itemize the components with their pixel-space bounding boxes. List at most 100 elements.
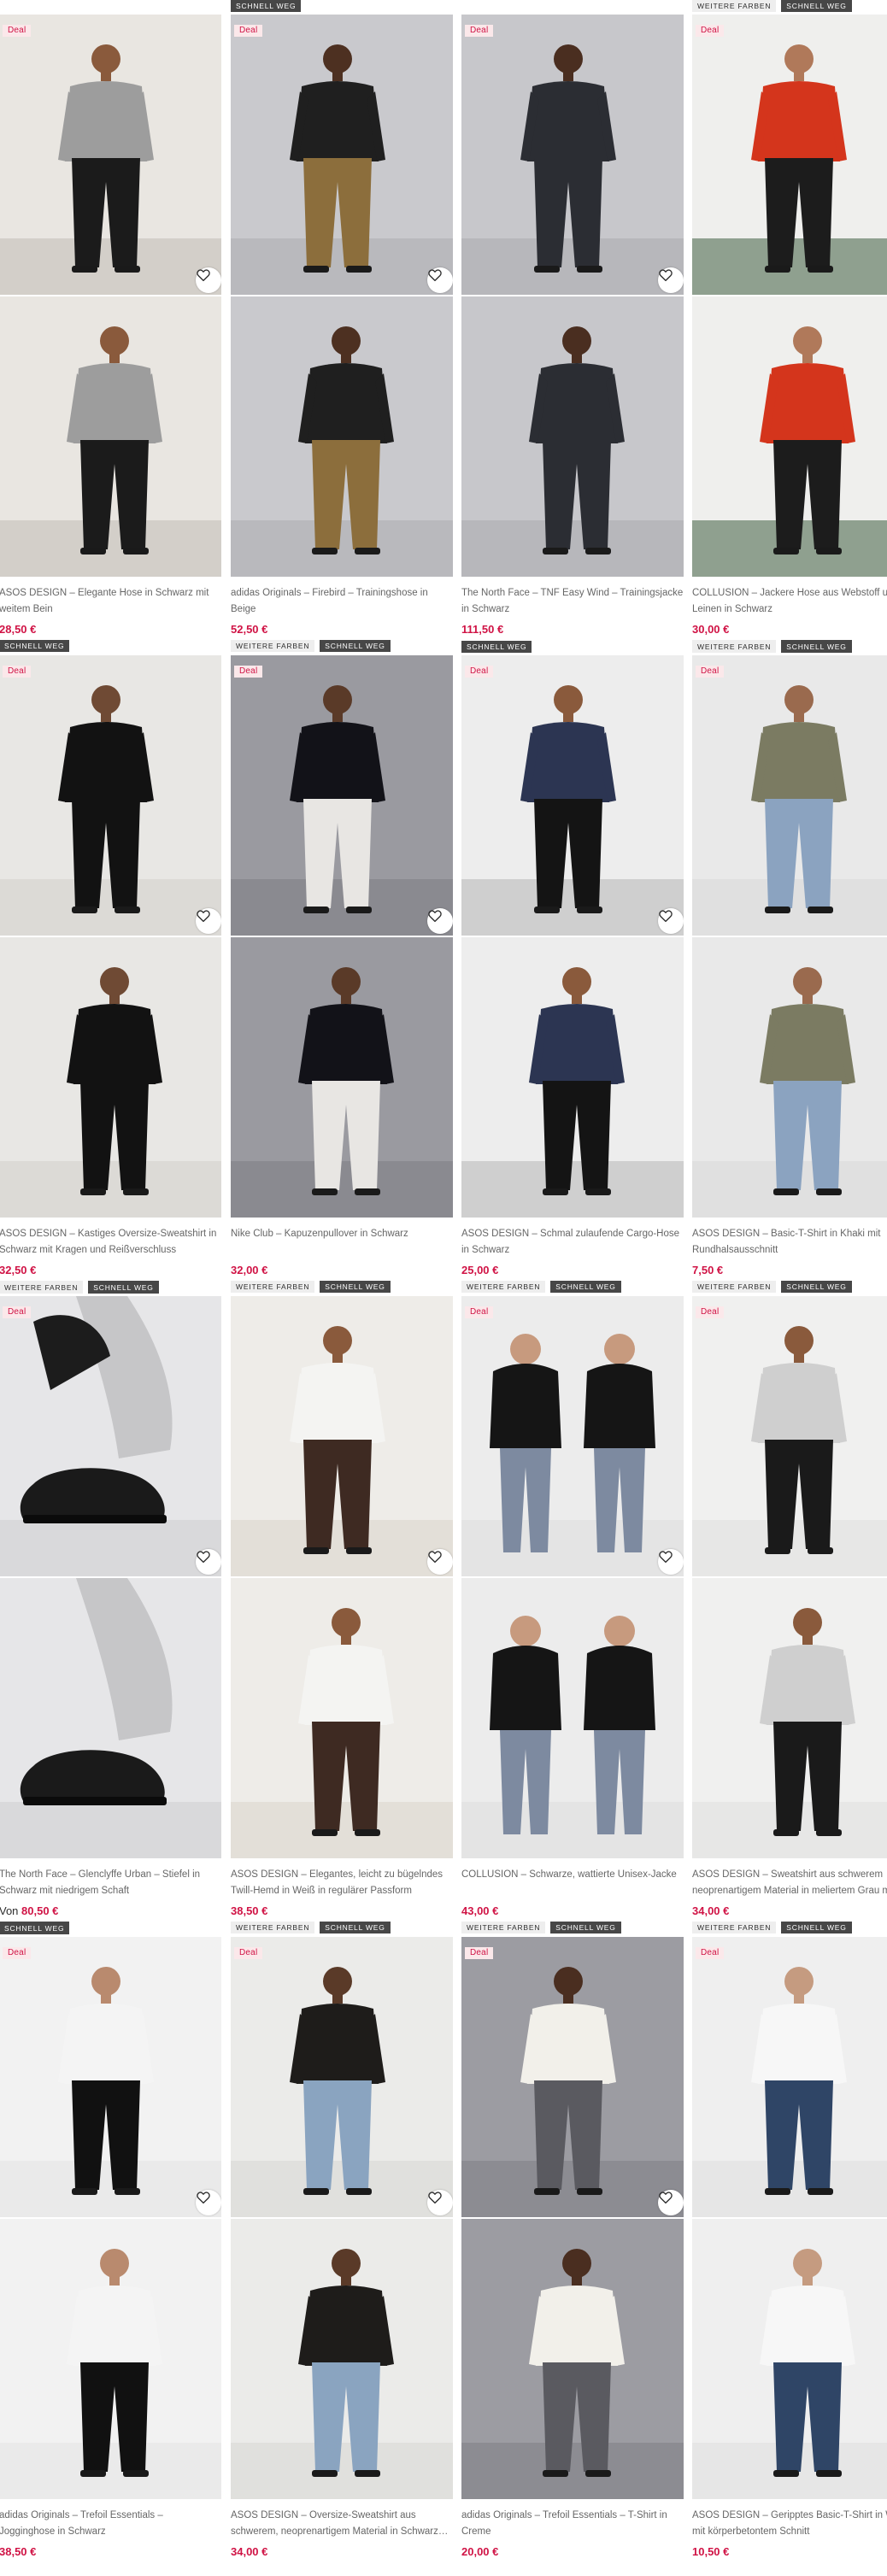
product-image-secondary[interactable] [0, 296, 221, 577]
product-card[interactable]: Deal ASOS DESIGN – Sweatshirt aus schwere… [692, 1296, 887, 1935]
product-title[interactable]: ASOS DESIGN – Schmal zulaufende Cargo-Ho… [461, 1226, 684, 1259]
save-for-later-button[interactable] [427, 908, 453, 934]
product-photo [0, 1578, 221, 1858]
product-image-secondary[interactable] [0, 2219, 221, 2499]
product-image-secondary[interactable] [231, 296, 453, 577]
product-price: 25,00 € [461, 1264, 498, 1276]
save-for-later-button[interactable] [658, 267, 684, 293]
product-photo [461, 2219, 684, 2499]
product-image-secondary[interactable] [461, 1578, 684, 1858]
product-image-secondary[interactable] [461, 937, 684, 1218]
fast-delivery-badge: SCHNELL WEG [550, 1281, 621, 1293]
product-price: 43,00 € [461, 1904, 498, 1917]
product-image-primary[interactable]: Deal [692, 1937, 887, 2217]
product-title[interactable]: The North Face – Glenclyffe Urban – Stie… [0, 1867, 221, 1899]
product-image-primary[interactable]: Deal [461, 15, 684, 295]
product-image-secondary[interactable] [0, 1578, 221, 1858]
product-card[interactable]: WEITERE FARBEN SCHNELL WEG Deal The North F… [0, 1282, 221, 1935]
bottom-badges: WEITERE FARBEN SCHNELL WEG [692, 1922, 852, 1935]
product-title[interactable]: Nike Club – Kapuzenpullover in Schwarz [231, 1226, 453, 1259]
save-for-later-button[interactable] [196, 267, 221, 293]
product-image-primary[interactable]: Deal [231, 15, 453, 295]
product-image-secondary[interactable] [692, 1578, 887, 1858]
product-title[interactable]: ASOS DESIGN – Elegantes, leicht zu bügel… [231, 1867, 453, 1899]
save-for-later-button[interactable] [196, 1549, 221, 1575]
product-card[interactable]: WEITERE FARBEN SCHNELL WEG Deal COLLUSION –… [692, 0, 887, 654]
deal-badge: Deal [696, 666, 725, 678]
product-title[interactable]: COLLUSION – Schwarze, wattierte Unisex-J… [461, 1867, 684, 1899]
product-card[interactable]: Deal Nike Club – Kapuzenpullover in Schwa… [231, 655, 453, 1294]
more-colours-badge: WEITERE FARBEN [231, 1922, 315, 1933]
product-image-secondary[interactable] [0, 937, 221, 1218]
fast-delivery-badge: SCHNELL WEG [781, 1281, 852, 1293]
product-title[interactable]: adidas Originals – Trefoil Essentials – … [461, 2508, 684, 2540]
product-image-secondary[interactable] [231, 1578, 453, 1858]
product-title[interactable]: ASOS DESIGN – Basic-T-Shirt in Khaki mit… [692, 1226, 887, 1259]
product-image-primary[interactable]: Deal [461, 655, 684, 936]
product-card[interactable]: Deal ASOS DESIGN – Kastiges Oversize-Swea… [0, 655, 221, 1294]
product-image-primary[interactable]: Deal [231, 1937, 453, 2217]
product-image-primary[interactable]: Deal [231, 655, 453, 936]
product-image-primary[interactable]: Deal [0, 15, 221, 295]
save-for-later-button[interactable] [196, 2190, 221, 2215]
product-image-primary[interactable]: Deal [692, 655, 887, 936]
product-image-secondary[interactable] [231, 2219, 453, 2499]
product-title[interactable]: ASOS DESIGN – Elegante Hose in Schwarz m… [0, 585, 221, 618]
product-photo [692, 15, 887, 295]
product-title[interactable]: ASOS DESIGN – Kastiges Oversize-Sweatshi… [0, 1226, 221, 1259]
product-photo [0, 1937, 221, 2217]
save-for-later-button[interactable] [427, 2190, 453, 2215]
price-value: 28,50 € [0, 623, 37, 636]
product-image-secondary[interactable] [231, 937, 453, 1218]
product-title[interactable]: ASOS DESIGN – Geripptes Basic-T-Shirt in… [692, 2508, 887, 2540]
product-card[interactable]: Deal The North Face – TNF Easy Wind – Tra… [461, 15, 684, 654]
product-price: 10,50 € [692, 2545, 729, 2558]
product-photo [692, 1578, 887, 1858]
deal-badge: Deal [696, 1306, 725, 1318]
product-price: 111,50 € [461, 623, 503, 636]
product-title[interactable]: adidas Originals – Trefoil Essentials – … [0, 2508, 221, 2540]
product-card[interactable]: Deal adidas Originals – Trefoil Essential… [461, 1937, 684, 2576]
product-card[interactable]: SCHNELL WEG Deal adidas Originals – Firebi… [231, 0, 453, 654]
more-colours-badge: WEITERE FARBEN [231, 1281, 315, 1293]
product-card[interactable]: Deal ASOS DESIGN – Geripptes Basic-T-Shir… [692, 1937, 887, 2576]
product-image-secondary[interactable] [461, 296, 684, 577]
product-image-primary[interactable]: Deal [461, 1937, 684, 2217]
product-image-primary[interactable]: Deal [692, 15, 887, 295]
product-image-primary[interactable] [231, 1296, 453, 1576]
save-for-later-button[interactable] [427, 1549, 453, 1575]
more-colours-badge: WEITERE FARBEN [692, 0, 777, 12]
product-title[interactable]: adidas Originals – Firebird – Trainingsh… [231, 585, 453, 618]
product-title[interactable]: ASOS DESIGN – Oversize-Sweatshirt aus sc… [231, 2508, 453, 2540]
product-card[interactable]: Deal ASOS DESIGN – Elegante Hose in Schwa… [0, 15, 221, 654]
product-card[interactable]: WEITERE FARBEN SCHNELL WEG Deal ASOS DESIGN… [692, 641, 887, 1294]
product-price: 34,00 € [692, 1904, 729, 1917]
product-card[interactable]: Deal COLLUSION – Schwarze, wattierte Unis… [461, 1296, 684, 1935]
product-image-primary[interactable]: Deal [0, 1296, 221, 1576]
save-for-later-button[interactable] [658, 2190, 684, 2215]
product-image-primary[interactable]: Deal [0, 655, 221, 936]
fast-delivery-badge: SCHNELL WEG [781, 0, 852, 12]
product-card[interactable]: SCHNELL WEG Deal ASOS DESIGN – Schmal zula… [461, 641, 684, 1294]
product-image-secondary[interactable] [461, 2219, 684, 2499]
fast-delivery-badge: SCHNELL WEG [320, 1922, 391, 1933]
product-title[interactable]: The North Face – TNF Easy Wind – Trainin… [461, 585, 684, 618]
product-photo [231, 296, 453, 577]
product-image-primary[interactable]: Deal [692, 1296, 887, 1576]
save-for-later-button[interactable] [427, 267, 453, 293]
product-image-secondary[interactable] [692, 296, 887, 577]
product-card[interactable]: Deal ASOS DESIGN – Oversize-Sweatshirt au… [231, 1937, 453, 2576]
product-image-secondary[interactable] [692, 937, 887, 1218]
product-card[interactable]: ASOS DESIGN – Elegantes, leicht zu bügel… [231, 1296, 453, 1935]
product-image-primary[interactable]: Deal [0, 1937, 221, 2217]
product-title[interactable]: COLLUSION – Jackere Hose aus Webstoff un… [692, 585, 887, 618]
save-for-later-button[interactable] [658, 908, 684, 934]
product-card[interactable]: SCHNELL WEG Deal adidas Originals – Trefoi… [0, 1922, 221, 2576]
product-photo [231, 937, 453, 1218]
save-for-later-button[interactable] [658, 1549, 684, 1575]
product-image-secondary[interactable] [692, 2219, 887, 2499]
product-image-primary[interactable]: Deal [461, 1296, 684, 1576]
save-for-later-button[interactable] [196, 908, 221, 934]
product-title[interactable]: ASOS DESIGN – Sweatshirt aus schwerem ne… [692, 1867, 887, 1899]
product-price: 38,50 € [0, 2545, 36, 2558]
